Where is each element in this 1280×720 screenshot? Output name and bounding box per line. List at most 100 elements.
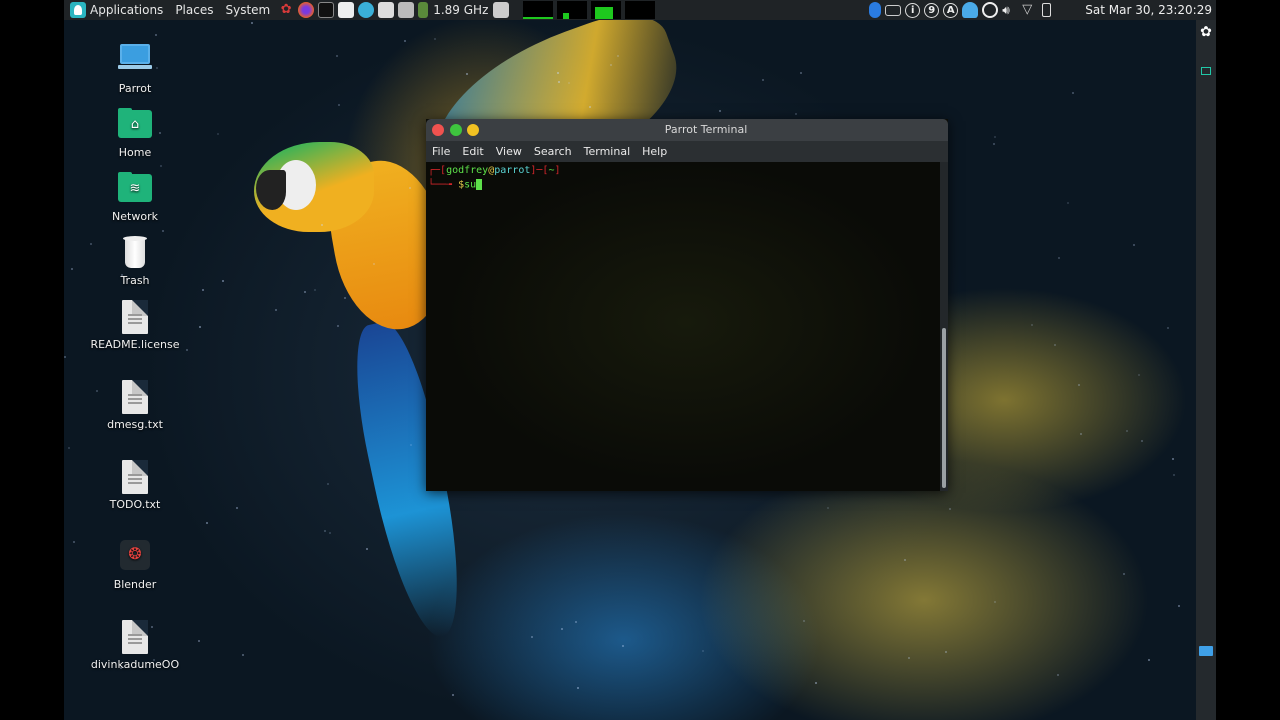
menu-file[interactable]: File [426, 145, 456, 158]
desktop-icon-trash[interactable]: Trash [85, 236, 185, 287]
bluetooth-icon[interactable] [869, 2, 882, 18]
wallpaper-star [610, 64, 612, 66]
network-folder-icon: ≋ [118, 172, 152, 204]
prompt-line-2: └──╼ $su [428, 179, 940, 193]
screenshot-launcher-icon[interactable] [398, 2, 415, 18]
text-cursor [476, 179, 483, 190]
info-tray-icon[interactable]: i [905, 2, 921, 18]
desktop-icon-divinkadumeoo[interactable]: divinkadumeOO [85, 620, 185, 671]
gnome-foot-icon[interactable]: ✿ [1198, 24, 1214, 40]
prompt-line-1: ┌─[godfrey@parrot]─[~] [428, 165, 561, 176]
wallpaper-star [336, 55, 338, 57]
wallpaper-star [434, 38, 436, 40]
text-file-icon [118, 460, 152, 494]
menu-view[interactable]: View [490, 145, 528, 158]
desktop-icon-blender[interactable]: ❂ Blender [85, 540, 185, 591]
wallpaper-star [795, 113, 797, 115]
wallpaper-star [242, 654, 244, 656]
wallpaper-star [827, 507, 829, 509]
system-menu[interactable]: System [219, 0, 276, 20]
wallpaper-star [1072, 92, 1074, 94]
wallpaper-star [155, 34, 157, 36]
terminal-scrollbar[interactable] [940, 162, 948, 491]
workspace-switcher-icon[interactable] [1199, 646, 1213, 656]
wallpaper-star [198, 640, 200, 642]
updates-icon[interactable] [962, 2, 979, 18]
text-file-icon [118, 620, 152, 654]
desktop-icon-label: Network [112, 210, 158, 223]
wallpaper-star [1058, 257, 1060, 259]
privacy-icon[interactable] [982, 2, 999, 18]
wallpaper-star [1141, 440, 1143, 442]
wallpaper-star [1148, 659, 1150, 661]
desktop-icon-network[interactable]: ≋ Network [85, 172, 185, 223]
places-menu[interactable]: Places [169, 0, 219, 20]
wallpaper-star [304, 291, 306, 293]
wallpaper-star [994, 136, 996, 138]
window-list-icon[interactable] [1201, 67, 1211, 75]
computer-icon [118, 44, 152, 76]
letterbox-right [1216, 0, 1280, 720]
desktop-icon-todo-txt[interactable]: TODO.txt [85, 460, 185, 511]
trash-icon [118, 236, 152, 268]
terminal-menubar: File Edit View Search Terminal Help [426, 141, 948, 162]
menu-search[interactable]: Search [528, 145, 578, 158]
volume-icon[interactable]: 🔊︎ [1002, 2, 1018, 18]
wallpaper-star [321, 224, 323, 226]
desktop-icon-label: Home [118, 146, 152, 159]
terminal-titlebar[interactable]: Parrot Terminal [426, 119, 948, 141]
text-editor-launcher-icon[interactable] [338, 2, 355, 18]
wallpaper-star [206, 522, 208, 524]
wallpaper-star [251, 22, 253, 24]
menu-terminal[interactable]: Terminal [578, 145, 637, 158]
wallpaper-star [622, 645, 624, 647]
wallpaper-star [945, 651, 947, 653]
wifi-icon[interactable]: ▽ [1022, 2, 1038, 18]
desktop-icon-home[interactable]: ⌂ Home [85, 108, 185, 159]
cpu-frequency-label: 1.89 GHz [433, 3, 489, 17]
desktop-icon-dmesg-txt[interactable]: dmesg.txt [85, 380, 185, 431]
wallpaper-star [1173, 474, 1175, 476]
wallpaper-star [186, 349, 188, 351]
command-input[interactable]: su [464, 180, 476, 191]
wallpaper-star [719, 110, 721, 112]
wallpaper-star [815, 682, 817, 684]
desktop-icon-parrot[interactable]: Parrot [85, 44, 185, 95]
settings-launcher-icon[interactable] [493, 2, 510, 18]
memory-monitor-graph [557, 1, 588, 19]
text-file-icon [118, 300, 152, 334]
camera-icon[interactable] [885, 4, 902, 16]
menu-edit[interactable]: Edit [456, 145, 489, 158]
scrollbar-thumb[interactable] [942, 328, 946, 488]
terminal-output[interactable]: ┌─[godfrey@parrot]─[~] └──╼ $su [426, 162, 940, 491]
desktop-icon-readme-license[interactable]: README.license [85, 300, 185, 351]
messaging-launcher-icon[interactable] [358, 2, 375, 18]
wallpaper-star [1067, 202, 1069, 204]
wallpaper-star [1054, 344, 1056, 346]
cpu-monitor-graph [523, 1, 554, 19]
wallpaper-star [1178, 605, 1180, 607]
wallpaper-star [589, 106, 591, 108]
file-manager-launcher-icon[interactable] [378, 2, 395, 18]
battery-icon[interactable] [1042, 3, 1052, 17]
parrot-logo-icon [70, 2, 86, 18]
wallpaper-star [327, 483, 329, 485]
prompt-host: parrot [494, 165, 531, 176]
side-panel: ✿ [1196, 20, 1216, 720]
terminal-window[interactable]: Parrot Terminal File Edit View Search Te… [426, 119, 948, 491]
wallpaper-star [531, 636, 533, 638]
a-tray-icon[interactable]: A [943, 2, 959, 18]
prompt-user: godfrey [446, 165, 489, 176]
wallpaper-star [800, 72, 802, 74]
wallpaper-star [1126, 430, 1128, 432]
menu-help[interactable]: Help [636, 145, 673, 158]
system-tray: i 9 A 🔊︎ ▽ Sat Mar 30, 23:20:29 [867, 0, 1212, 20]
wallpaper-star [329, 532, 331, 534]
terminal-launcher-icon[interactable] [318, 2, 335, 18]
clock[interactable]: Sat Mar 30, 23:20:29 [1085, 3, 1212, 17]
wallpaper-star [410, 444, 412, 446]
nine-tray-icon[interactable]: 9 [924, 2, 940, 18]
firefox-launcher-icon[interactable] [298, 2, 315, 18]
applications-menu[interactable]: Applications [64, 0, 169, 20]
ninja-launcher-icon[interactable]: ✿ [278, 2, 294, 18]
